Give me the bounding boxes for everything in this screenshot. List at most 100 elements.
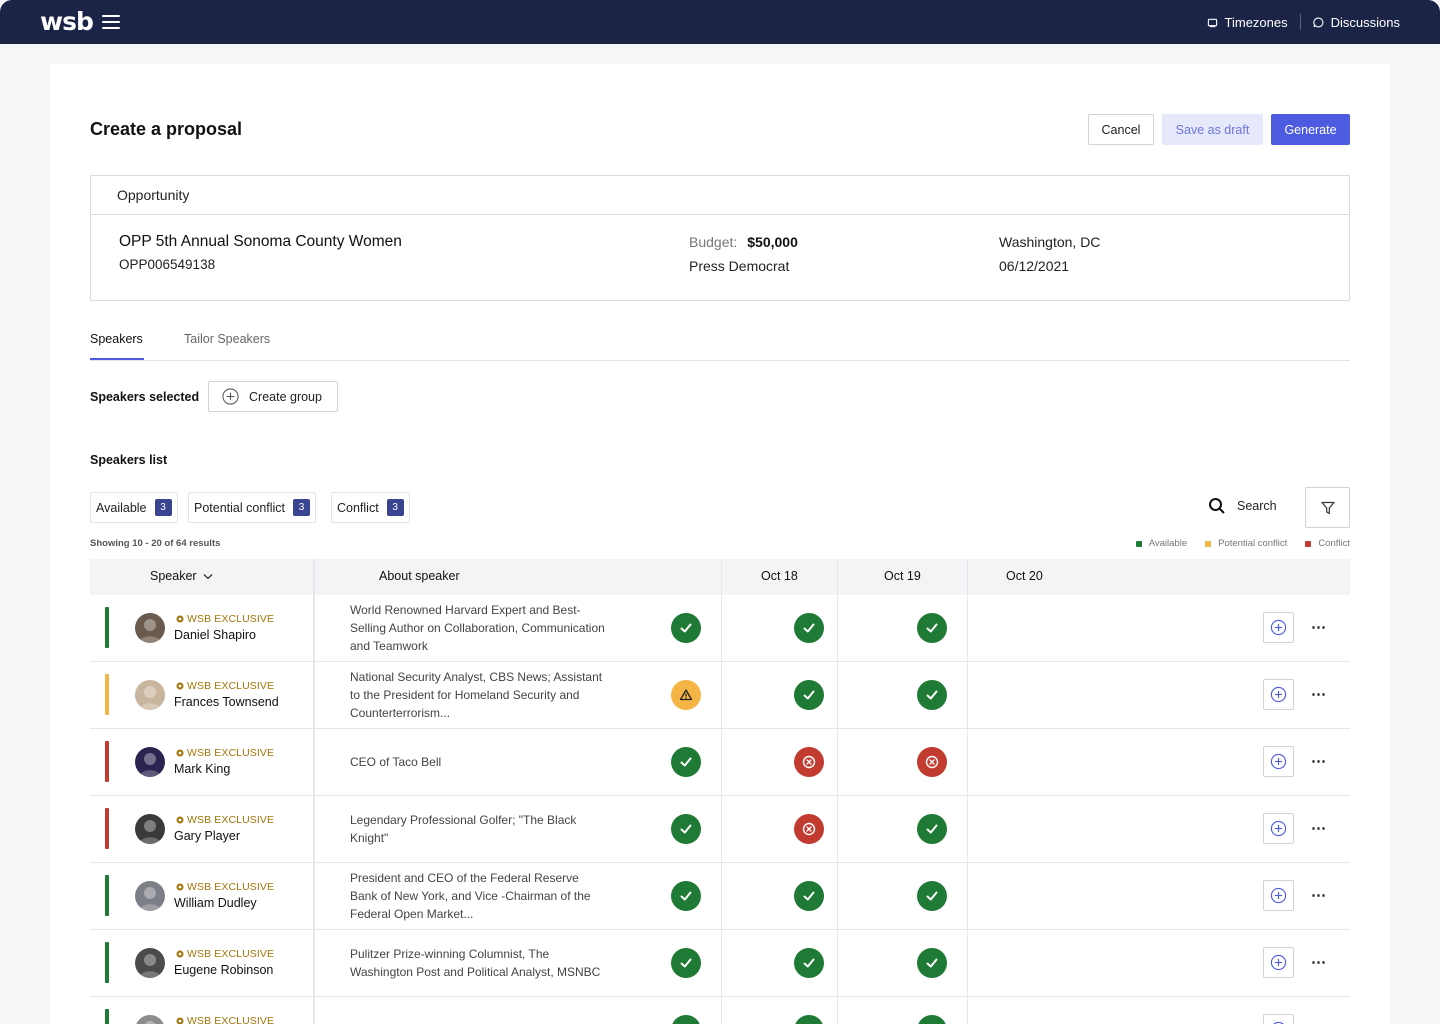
exclusive-label: WSB EXCLUSIVE xyxy=(187,613,275,625)
oct19-column-header: Oct 19 xyxy=(884,569,921,583)
speakers-selected-label: Speakers selected xyxy=(90,390,200,404)
more-options-icon[interactable]: ⋯ xyxy=(1311,886,1327,904)
checkmark-icon xyxy=(680,958,692,968)
status-availability-available xyxy=(671,613,701,643)
proposal-card: Create a proposal Cancel Save as draft G… xyxy=(50,64,1390,1024)
avatar[interactable] xyxy=(135,747,165,777)
more-options-icon[interactable]: ⋯ xyxy=(1311,618,1327,636)
add-speaker-button[interactable] xyxy=(1263,880,1294,911)
speaker-name[interactable]: Frances Townsend xyxy=(174,695,279,709)
column-divider xyxy=(967,559,968,1024)
speaker-name[interactable]: Daniel Shapiro xyxy=(174,628,256,642)
tab-speakers[interactable]: Speakers xyxy=(90,332,144,360)
status-oct18-available xyxy=(794,1015,824,1024)
checkmark-icon xyxy=(803,690,815,700)
chip-label: Potential conflict xyxy=(194,500,286,515)
speaker-name[interactable]: Eugene Robinson xyxy=(174,963,273,977)
more-options-icon[interactable]: ⋯ xyxy=(1311,953,1327,971)
checkmark-icon xyxy=(680,757,692,767)
search-icon xyxy=(1209,498,1225,514)
checkmark-icon xyxy=(680,891,692,901)
more-options-icon[interactable]: ⋯ xyxy=(1311,819,1327,837)
table-row[interactable]: WSB EXCLUSIVE Mark King CEO of Taco Bell ⋯ xyxy=(90,729,1350,796)
filter-icon xyxy=(1320,501,1335,514)
filter-chip-available[interactable]: Available 3 xyxy=(90,492,178,523)
add-speaker-button[interactable] xyxy=(1263,947,1294,978)
chip-label: Available xyxy=(96,500,147,515)
budget-label: Budget: xyxy=(689,234,738,250)
column-divider xyxy=(837,559,838,1024)
opportunity-location: Washington, DC xyxy=(999,234,1101,250)
legend-label: Available xyxy=(1148,538,1188,549)
create-group-button[interactable]: Create group xyxy=(208,381,338,412)
star-badge-icon xyxy=(176,1017,184,1024)
opportunity-header: Opportunity xyxy=(91,176,1349,215)
divider xyxy=(1299,14,1301,30)
status-indicator-bar xyxy=(105,942,109,983)
status-oct19-available xyxy=(917,814,947,844)
timezones-label: Timezones xyxy=(1224,14,1288,30)
chat-bubble-icon xyxy=(1313,17,1324,27)
legend-label: Conflict xyxy=(1318,538,1350,549)
add-speaker-button[interactable] xyxy=(1263,813,1294,844)
speaker-name[interactable]: Gary Player xyxy=(174,829,240,843)
speaker-about: World Renowned Harvard Expert and Best-S… xyxy=(350,603,605,653)
status-indicator-bar xyxy=(105,1009,109,1024)
checkmark-icon xyxy=(926,891,938,901)
status-availability-available xyxy=(671,948,701,978)
checkmark-icon xyxy=(926,623,938,633)
generate-button[interactable]: Generate xyxy=(1271,114,1350,145)
hamburger-menu-icon[interactable] xyxy=(102,15,120,29)
filter-chip-conflict[interactable]: Conflict 3 xyxy=(331,492,410,523)
status-oct18-available xyxy=(794,881,824,911)
speaker-name[interactable]: Mark King xyxy=(174,762,230,776)
create-group-label: Create group xyxy=(249,389,322,404)
status-oct19-available xyxy=(917,948,947,978)
avatar[interactable] xyxy=(135,613,165,643)
exclusive-badge: WSB EXCLUSIVE xyxy=(176,814,274,826)
avatar[interactable] xyxy=(135,680,165,710)
table-row[interactable]: WSB EXCLUSIVE Frances Townsend National Se… xyxy=(90,662,1350,729)
tab-tailor-speakers[interactable]: Tailor Speakers xyxy=(184,332,270,346)
table-row[interactable]: WSB EXCLUSIVE Daniel Shapiro World Renowne… xyxy=(90,595,1350,662)
column-divider xyxy=(721,559,722,1024)
wsb-logo[interactable]: wsb xyxy=(40,7,94,36)
table-row[interactable]: WSB EXCLUSIVE William Dudley President and… xyxy=(90,863,1350,930)
add-speaker-button[interactable] xyxy=(1263,612,1294,643)
plus-circle-icon xyxy=(1270,686,1287,703)
opportunity-name: OPP 5th Annual Sonoma County Women xyxy=(119,233,402,250)
more-options-icon[interactable]: ⋯ xyxy=(1311,1020,1327,1024)
filter-chip-potential-conflict[interactable]: Potential conflict 3 xyxy=(188,492,317,523)
table-row[interactable]: WSB EXCLUSIVE Gary Player Legendary Profes… xyxy=(90,796,1350,863)
filter-button[interactable] xyxy=(1305,487,1350,528)
opportunity-client: Press Democrat xyxy=(689,258,790,274)
add-speaker-button[interactable] xyxy=(1263,746,1294,777)
speaker-column-header[interactable]: Speaker xyxy=(150,569,213,583)
legend-potential-conflict: Potential conflict xyxy=(1205,538,1287,549)
exclusive-label: WSB EXCLUSIVE xyxy=(187,881,275,893)
legend-dot xyxy=(1135,540,1142,547)
add-speaker-button[interactable] xyxy=(1263,679,1294,710)
more-options-icon[interactable]: ⋯ xyxy=(1311,752,1327,770)
status-availability-available xyxy=(671,1015,701,1024)
discussions-link[interactable]: Discussions xyxy=(1313,15,1400,30)
avatar[interactable] xyxy=(135,881,165,911)
avatar[interactable] xyxy=(135,948,165,978)
search-control[interactable]: Search xyxy=(1208,497,1277,515)
clock-icon xyxy=(1207,18,1217,27)
save-draft-button[interactable]: Save as draft xyxy=(1162,114,1263,145)
chip-label: Conflict xyxy=(337,500,379,515)
more-options-icon[interactable]: ⋯ xyxy=(1311,685,1327,703)
checkmark-icon xyxy=(926,958,938,968)
table-row[interactable]: WSB EXCLUSIVEOrganizational Psychologist… xyxy=(90,997,1350,1024)
status-oct18-conflict xyxy=(794,814,824,844)
avatar[interactable] xyxy=(135,1015,165,1024)
add-speaker-button[interactable] xyxy=(1263,1014,1294,1024)
speaker-name[interactable]: William Dudley xyxy=(174,896,257,910)
avatar[interactable] xyxy=(135,814,165,844)
page-title: Create a proposal xyxy=(90,119,243,139)
table-row[interactable]: WSB EXCLUSIVE Eugene Robinson Pulitzer Pri… xyxy=(90,930,1350,997)
timezones-link[interactable]: Timezones xyxy=(1207,15,1288,30)
status-oct19-available xyxy=(917,680,947,710)
cancel-button[interactable]: Cancel xyxy=(1088,114,1154,145)
